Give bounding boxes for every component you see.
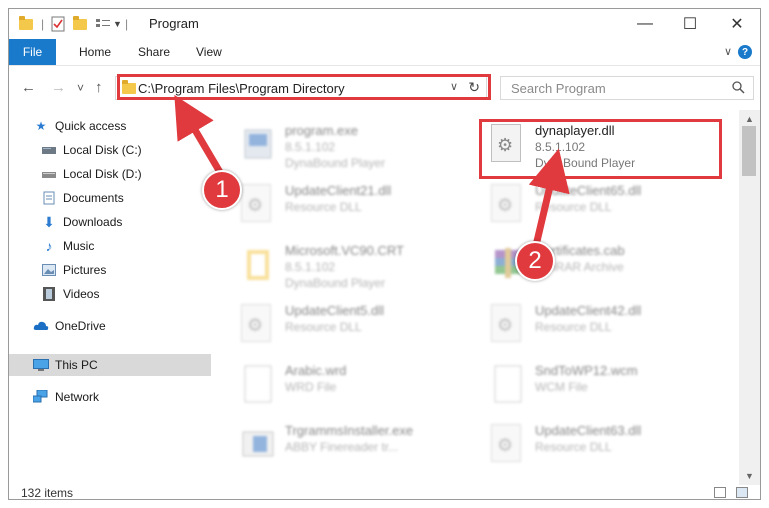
arrow-1 (174, 94, 228, 181)
callout-badge-2: 2 (515, 241, 555, 281)
annotation-arrows (174, 94, 570, 255)
explorer-window: | ▼ | Program — ☐ ✕ File Home Share View… (8, 8, 761, 500)
callout-badge-1: 1 (202, 170, 242, 210)
